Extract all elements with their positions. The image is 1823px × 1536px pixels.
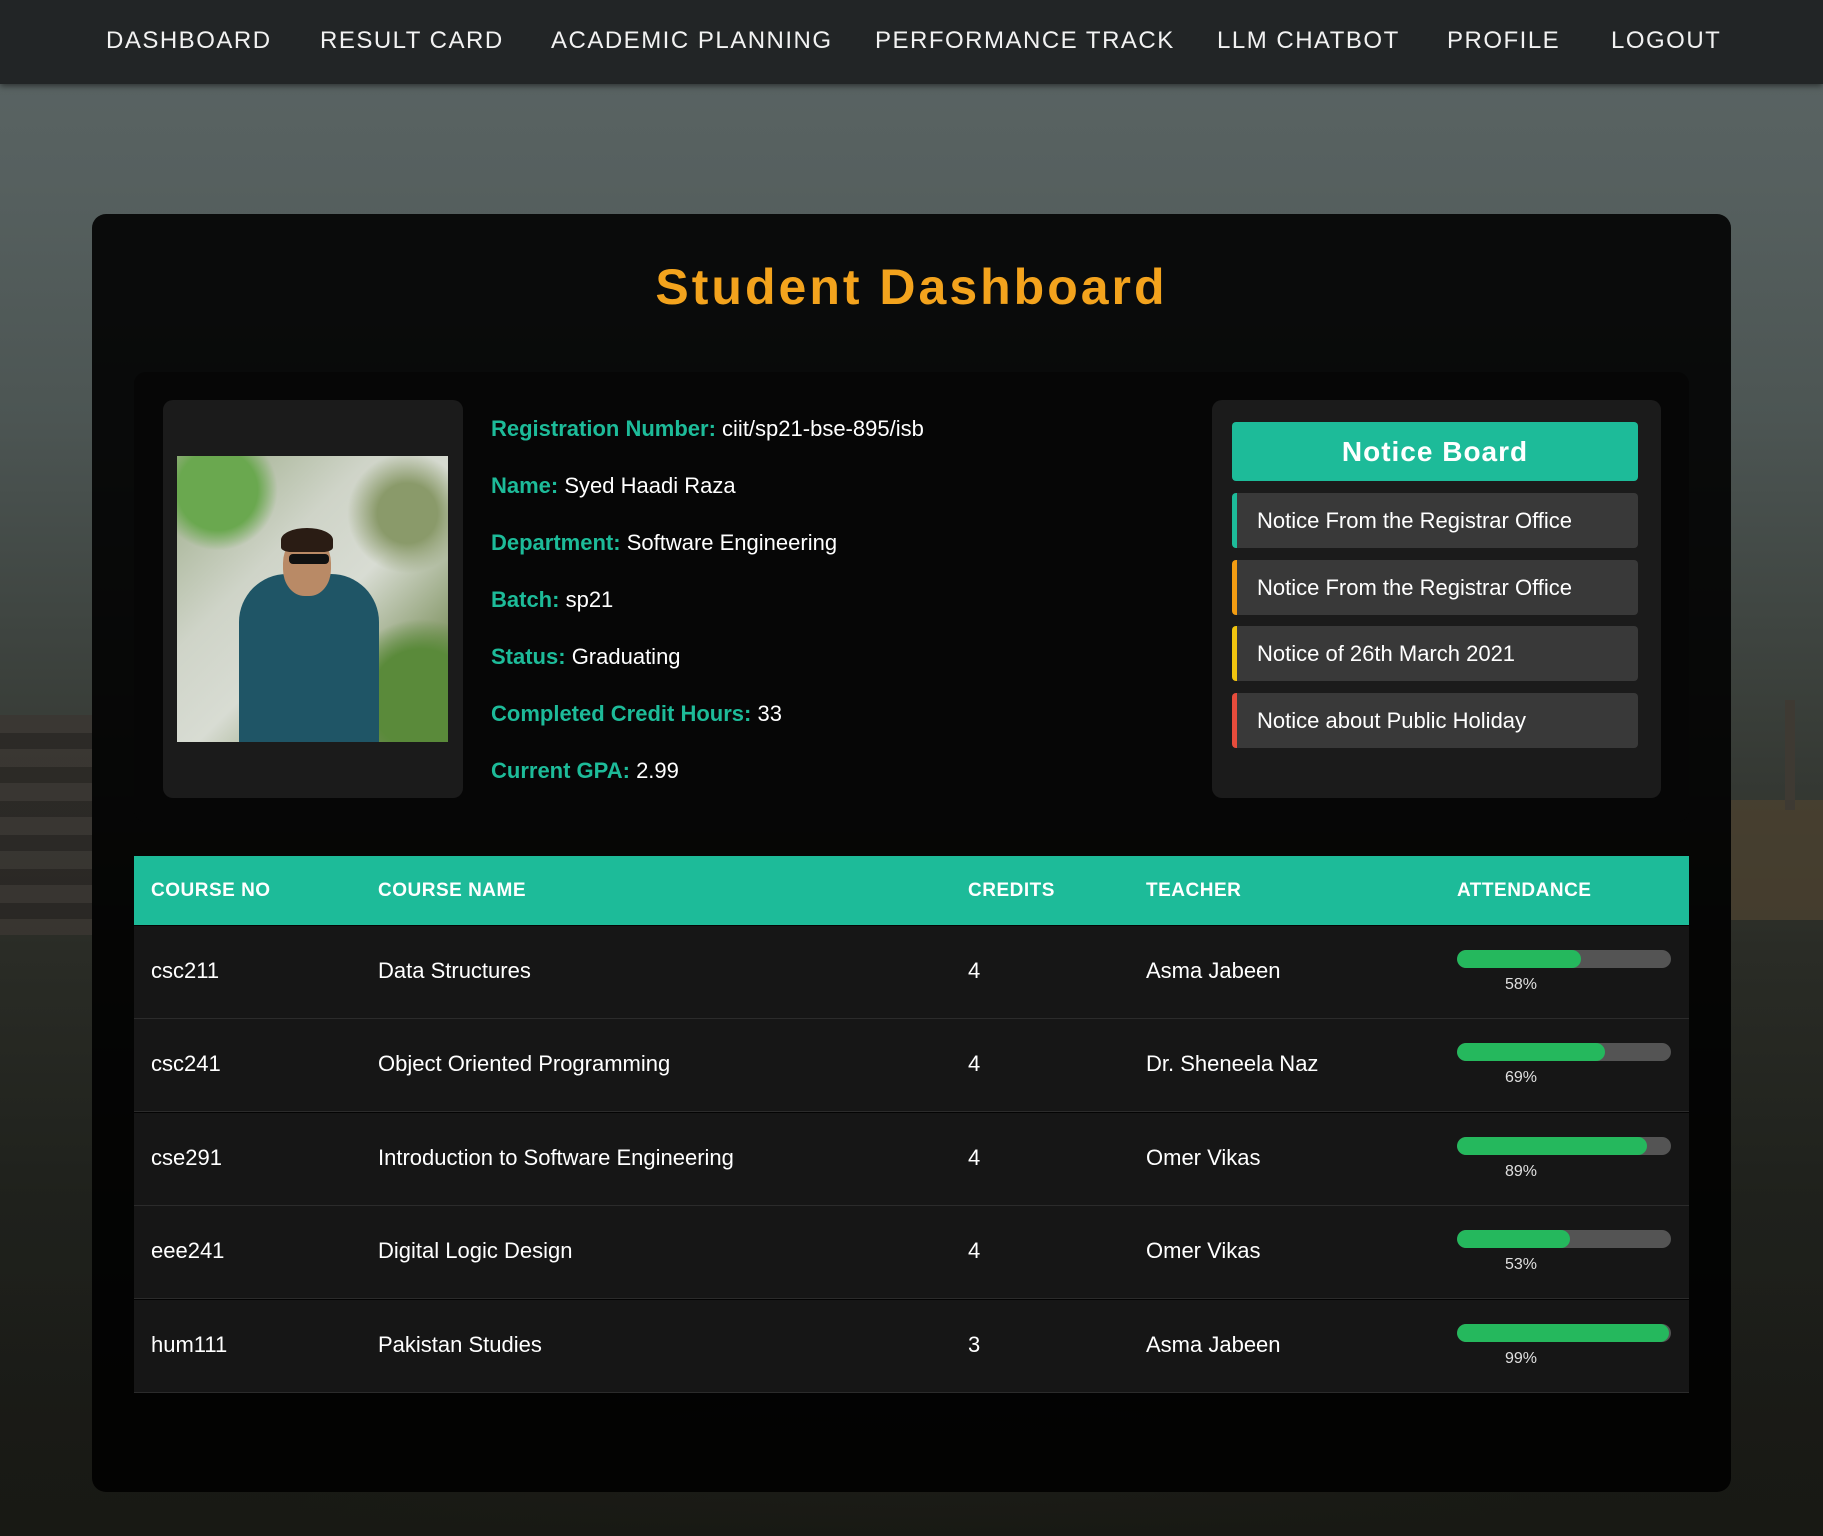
attendance-percent: 99%: [1504, 1350, 1537, 1367]
attendance-bar-fill: [1457, 1043, 1605, 1061]
cell-teacher: Asma Jabeen: [1146, 1332, 1281, 1357]
attendance-percent: 58%: [1504, 976, 1537, 993]
cell-course-no: csc241: [151, 1051, 221, 1076]
cell-credits: 4: [968, 958, 981, 983]
cell-course-no: csc211: [151, 958, 220, 983]
table-row: csc211 Data Structures 4 Asma Jabeen 58%: [134, 926, 1689, 1019]
photo-figure-sunglasses: [289, 554, 329, 564]
student-photo: [177, 456, 448, 742]
photo-figure-body: [239, 574, 379, 742]
cell-credits: 4: [968, 1145, 981, 1170]
notice-item[interactable]: Notice about Public Holiday: [1232, 693, 1638, 748]
info-credit-hours: Completed Credit Hours: 33: [491, 701, 782, 727]
nav-academic-planning[interactable]: ACADEMIC PLANNING: [551, 27, 833, 55]
cell-credits: 3: [968, 1332, 981, 1357]
info-name: Name: Syed Haadi Raza: [491, 473, 736, 499]
header-attendance: ATTENDANCE: [1457, 880, 1592, 901]
info-value: sp21: [565, 587, 614, 612]
notice-item[interactable]: Notice From the Registrar Office: [1232, 560, 1638, 615]
table-row: csc241 Object Oriented Programming 4 Dr. Sh…: [134, 1019, 1689, 1112]
table-row: hum111 Pakistan Studies 3 Asma Jabeen 99%: [134, 1300, 1689, 1393]
nav-dashboard[interactable]: DASHBOARD: [106, 27, 272, 55]
cell-teacher: Asma Jabeen: [1146, 958, 1281, 983]
nav-llm-chatbot[interactable]: LLM CHATBOT: [1217, 27, 1400, 55]
attendance-bar-fill: [1457, 1230, 1571, 1248]
cell-course-no: cse291: [151, 1145, 222, 1170]
attendance-bar-fill: [1457, 1137, 1648, 1155]
info-batch: Batch: sp21: [491, 587, 613, 613]
cell-course-name: Digital Logic Design: [378, 1238, 573, 1263]
notice-item[interactable]: Notice From the Registrar Office: [1232, 493, 1638, 548]
page-title: Student Dashboard: [655, 259, 1168, 315]
info-label: Current GPA:: [491, 758, 630, 783]
nav-logout[interactable]: LOGOUT: [1611, 27, 1721, 55]
photo-figure-hair: [281, 528, 333, 552]
table-row: eee241 Digital Logic Design 4 Omer Vikas 53%: [134, 1206, 1689, 1299]
info-value: Software Engineering: [626, 530, 838, 555]
info-value: 2.99: [636, 758, 679, 783]
attendance-bar: [1457, 1137, 1671, 1155]
background-building-right: [1731, 800, 1823, 920]
notice-board-title: Notice Board: [1232, 422, 1638, 481]
cell-course-name: Object Oriented Programming: [378, 1051, 671, 1076]
cell-credits: 4: [968, 1051, 981, 1076]
info-label: Department:: [491, 530, 621, 555]
cell-course-name: Pakistan Studies: [378, 1332, 542, 1357]
nav-profile[interactable]: PROFILE: [1447, 27, 1560, 55]
attendance-bar: [1457, 1324, 1671, 1342]
info-gpa: Current GPA: 2.99: [491, 758, 679, 784]
info-label: Registration Number:: [491, 416, 716, 441]
info-label: Status:: [491, 644, 566, 669]
attendance-bar-fill: [1457, 1324, 1669, 1342]
cell-credits: 4: [968, 1238, 981, 1263]
nav-performance-track[interactable]: PERFORMANCE TRACK: [875, 27, 1175, 55]
nav-result-card[interactable]: RESULT CARD: [320, 27, 504, 55]
info-label: Batch:: [491, 587, 560, 612]
info-value: 33: [757, 701, 782, 726]
background-building-left: [0, 715, 92, 935]
info-value: Syed Haadi Raza: [564, 473, 736, 498]
info-registration: Registration Number: ciit/sp21-bse-895/i…: [491, 416, 924, 442]
cell-course-name: Introduction to Software Engineering: [378, 1145, 734, 1170]
cell-course-no: eee241: [151, 1238, 225, 1263]
notice-item[interactable]: Notice of 26th March 2021: [1232, 626, 1638, 681]
course-table-header: COURSE NO COURSE NAME CREDITS TEACHER AT…: [134, 856, 1689, 925]
cell-teacher: Omer Vikas: [1146, 1145, 1261, 1170]
cell-course-name: Data Structures: [378, 958, 531, 983]
table-row: cse291 Introduction to Software Engineeri…: [134, 1113, 1689, 1206]
attendance-percent: 89%: [1504, 1163, 1537, 1180]
info-label: Completed Credit Hours:: [491, 701, 752, 726]
cell-teacher: Omer Vikas: [1146, 1238, 1261, 1263]
top-navbar: DASHBOARD RESULT CARD ACADEMIC PLANNING …: [0, 0, 1823, 84]
info-value: Graduating: [571, 644, 681, 669]
header-credits: CREDITS: [968, 880, 1055, 901]
background-minaret: [1785, 700, 1795, 810]
attendance-bar: [1457, 1043, 1671, 1061]
cell-teacher: Dr. Sheneela Naz: [1146, 1051, 1319, 1076]
attendance-bar-fill: [1457, 950, 1582, 968]
attendance-percent: 69%: [1504, 1069, 1537, 1086]
header-teacher: TEACHER: [1146, 880, 1242, 901]
info-label: Name:: [491, 473, 559, 498]
info-value: ciit/sp21-bse-895/isb: [722, 416, 924, 441]
info-status: Status: Graduating: [491, 644, 681, 670]
attendance-bar: [1457, 950, 1671, 968]
header-course-no: COURSE NO: [151, 880, 271, 901]
attendance-percent: 53%: [1504, 1256, 1537, 1273]
info-department: Department: Software Engineering: [491, 530, 837, 556]
attendance-bar: [1457, 1230, 1671, 1248]
cell-course-no: hum111: [151, 1332, 228, 1357]
header-course-name: COURSE NAME: [378, 880, 527, 901]
